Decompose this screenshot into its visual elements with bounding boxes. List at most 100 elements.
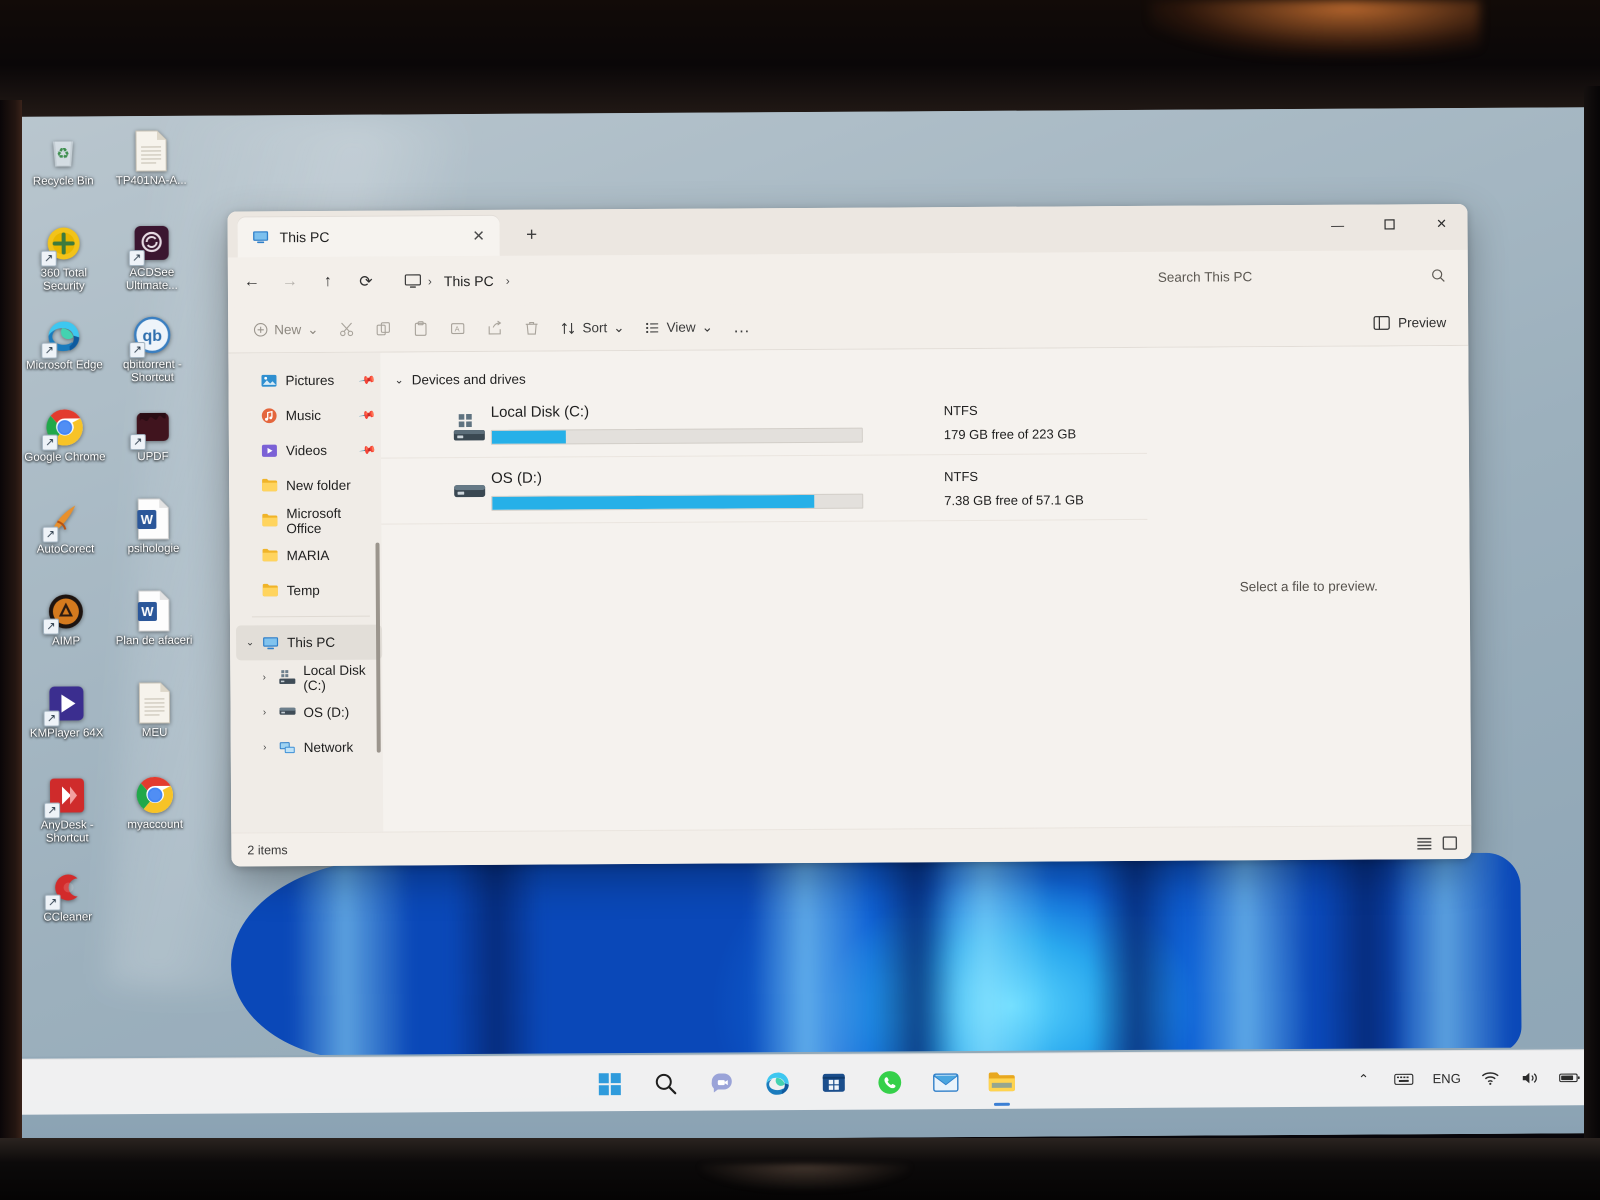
- sidebar-item-os-d[interactable]: › OS (D:): [236, 695, 382, 731]
- sidebar-item-maria[interactable]: MARIA: [235, 538, 381, 574]
- list-view-icon[interactable]: [1416, 836, 1432, 850]
- sidebar-item-videos[interactable]: Videos 📌: [235, 433, 381, 469]
- sidebar-item-temp[interactable]: Temp: [236, 573, 382, 609]
- keyboard-icon[interactable]: [1393, 1068, 1415, 1090]
- laptop-screen: ♻ Recycle Bin TP401NA-A... ↗ 360 Total Secur…: [10, 107, 1596, 1143]
- search-taskbar-button[interactable]: [649, 1066, 683, 1100]
- svg-text:A: A: [455, 324, 460, 333]
- drive-row[interactable]: Local Disk (C:) NTFS 179 GB free of 223 GB: [380, 387, 1147, 459]
- desktop-icon-aimp[interactable]: ↗ AIMP: [22, 584, 111, 677]
- svg-text:W: W: [141, 604, 154, 619]
- copy-icon: [375, 321, 392, 338]
- expander-chevron-icon[interactable]: ›: [259, 742, 271, 753]
- wifi-icon[interactable]: [1479, 1067, 1501, 1089]
- close-icon[interactable]: ✕: [466, 223, 492, 249]
- shortcut-arrow-icon: ↗: [42, 618, 60, 635]
- sidebar-item-music[interactable]: Music 📌: [235, 398, 381, 434]
- breadcrumb[interactable]: › This PC ›: [396, 260, 1144, 299]
- details-view-icon[interactable]: [1442, 835, 1458, 850]
- forward-button[interactable]: →: [272, 266, 308, 298]
- sidebar-item-label: Network: [303, 739, 354, 756]
- rename-button[interactable]: A: [440, 312, 475, 344]
- hard-drive-icon: [278, 704, 296, 721]
- rename-icon: A: [449, 320, 466, 337]
- sidebar-item-label: Microsoft Office: [286, 505, 342, 536]
- search-icon: [654, 1071, 678, 1095]
- expander-chevron-icon[interactable]: ›: [258, 672, 270, 683]
- preview-pane-button[interactable]: Preview: [1363, 307, 1456, 340]
- sidebar-item-this-pc[interactable]: ⌄ This PC: [235, 624, 383, 661]
- desktop-icon-microsoft-edge[interactable]: ↗ Microsoft Edge: [20, 308, 109, 401]
- mail-button[interactable]: [929, 1065, 963, 1099]
- desktop-icon-updf[interactable]: ↗ UPDF: [109, 400, 198, 493]
- preview-pane: Select a file to preview.: [1146, 345, 1472, 827]
- pin-icon[interactable]: 📌: [358, 371, 377, 390]
- paste-button[interactable]: [403, 313, 438, 345]
- new-button[interactable]: New ⌄: [244, 313, 328, 346]
- cut-button[interactable]: [329, 313, 364, 345]
- tab-this-pc[interactable]: This PC ✕: [237, 215, 500, 258]
- delete-button[interactable]: [514, 312, 549, 344]
- language-indicator[interactable]: ENG: [1433, 1071, 1461, 1086]
- up-button[interactable]: ↑: [310, 266, 346, 298]
- system-tray: ⌃ ENG: [1353, 1067, 1581, 1090]
- desktop-icon-anydesk[interactable]: ↗ AnyDesk - Shortcut: [23, 768, 112, 861]
- desktop-icon-word-document[interactable]: Wpsihologie: [109, 492, 198, 585]
- desktop-icon-label: CCleaner: [43, 911, 93, 924]
- desktop-icon-word-document[interactable]: W Plan de afaceri: [110, 584, 199, 677]
- command-bar: New ⌄ A Sort ⌄ View ⌄ … Preview: [228, 299, 1469, 354]
- volume-icon[interactable]: [1519, 1067, 1541, 1089]
- pin-icon[interactable]: 📌: [359, 406, 378, 425]
- desktop-icon-text-document[interactable]: TP401NA-A...: [107, 124, 196, 217]
- desktop-icon-ccleaner[interactable]: ↗ CCleaner: [23, 860, 112, 953]
- sidebar-item-pictures[interactable]: Pictures 📌: [234, 363, 380, 399]
- battery-icon[interactable]: [1559, 1067, 1581, 1089]
- sidebar-item-label: Music: [285, 407, 322, 424]
- sidebar-item-microsoft-office[interactable]: Microsoft Office: [235, 503, 381, 539]
- whatsapp-button[interactable]: [873, 1065, 907, 1099]
- desktop-icon-recycle-bin[interactable]: ♻ Recycle Bin: [19, 124, 108, 217]
- preview-placeholder-text: Select a file to preview.: [1239, 578, 1378, 595]
- chat-button[interactable]: [705, 1066, 739, 1100]
- desktop-icon-qbittorrent[interactable]: qb ↗ qbittorrent - Shortcut: [108, 308, 197, 401]
- copy-button[interactable]: [366, 313, 401, 345]
- pin-icon[interactable]: 📌: [359, 441, 378, 460]
- desktop-icon-google-chrome[interactable]: myaccount: [111, 768, 200, 861]
- breadcrumb-item-this-pc[interactable]: This PC: [438, 271, 500, 291]
- sort-button[interactable]: Sort ⌄: [551, 312, 633, 345]
- search-icon[interactable]: [1431, 268, 1446, 283]
- drive-row[interactable]: OS (D:) NTFS 7.38 GB free of 57.1 GB: [380, 453, 1148, 525]
- new-tab-button[interactable]: +: [518, 222, 546, 250]
- search-box[interactable]: Search This PC: [1146, 258, 1456, 294]
- expander-chevron-icon[interactable]: ⌄: [244, 637, 256, 648]
- share-button[interactable]: [477, 312, 512, 344]
- desktop-icon-label: 360 Total Security: [40, 267, 88, 293]
- sidebar-item-new-folder[interactable]: New folder: [235, 468, 381, 504]
- desktop-icon-acdsee-ultimate[interactable]: ↗ ACDSee Ultimate...: [107, 216, 196, 309]
- back-button[interactable]: ←: [234, 266, 270, 298]
- laptop-bezel-bottom: [0, 1138, 1600, 1200]
- sidebar-item-network[interactable]: › Network: [237, 730, 383, 766]
- autocorect-icon: ↗: [42, 498, 86, 543]
- desktop-icon-autocorect[interactable]: ↗ AutoCorect: [21, 492, 110, 585]
- desktop-icon-360-total-security[interactable]: ↗ 360 Total Security: [19, 216, 108, 309]
- sidebar-item-local-disk-c[interactable]: › Local Disk (C:): [236, 660, 382, 696]
- desktop-icon-kmplayer[interactable]: ↗ KMPlayer 64X: [22, 676, 111, 769]
- tray-overflow-button[interactable]: ⌃: [1353, 1068, 1375, 1090]
- maximize-button[interactable]: [1363, 204, 1415, 244]
- expander-chevron-icon[interactable]: ›: [258, 707, 270, 718]
- desktop-icon-text-document[interactable]: MEU: [110, 676, 199, 769]
- edge-button[interactable]: [761, 1066, 795, 1100]
- microsoft-store-button[interactable]: [817, 1065, 851, 1099]
- desktop-icon-google-chrome[interactable]: ↗ Google Chrome: [21, 400, 110, 493]
- view-button[interactable]: View ⌄: [635, 311, 722, 344]
- sidebar-item-label: Pictures: [285, 372, 335, 389]
- file-list: ⌄ Devices and drives Local Disk (C:) NTFS…: [380, 348, 1149, 832]
- file-explorer-button[interactable]: [985, 1064, 1019, 1098]
- refresh-button[interactable]: ⟳: [348, 266, 384, 298]
- desktop-icon-label: AutoCorect: [36, 543, 95, 556]
- more-options-button[interactable]: …: [724, 311, 761, 343]
- start-button[interactable]: [593, 1067, 627, 1101]
- window-close-button[interactable]: ✕: [1415, 204, 1467, 244]
- minimize-button[interactable]: —: [1311, 205, 1363, 245]
